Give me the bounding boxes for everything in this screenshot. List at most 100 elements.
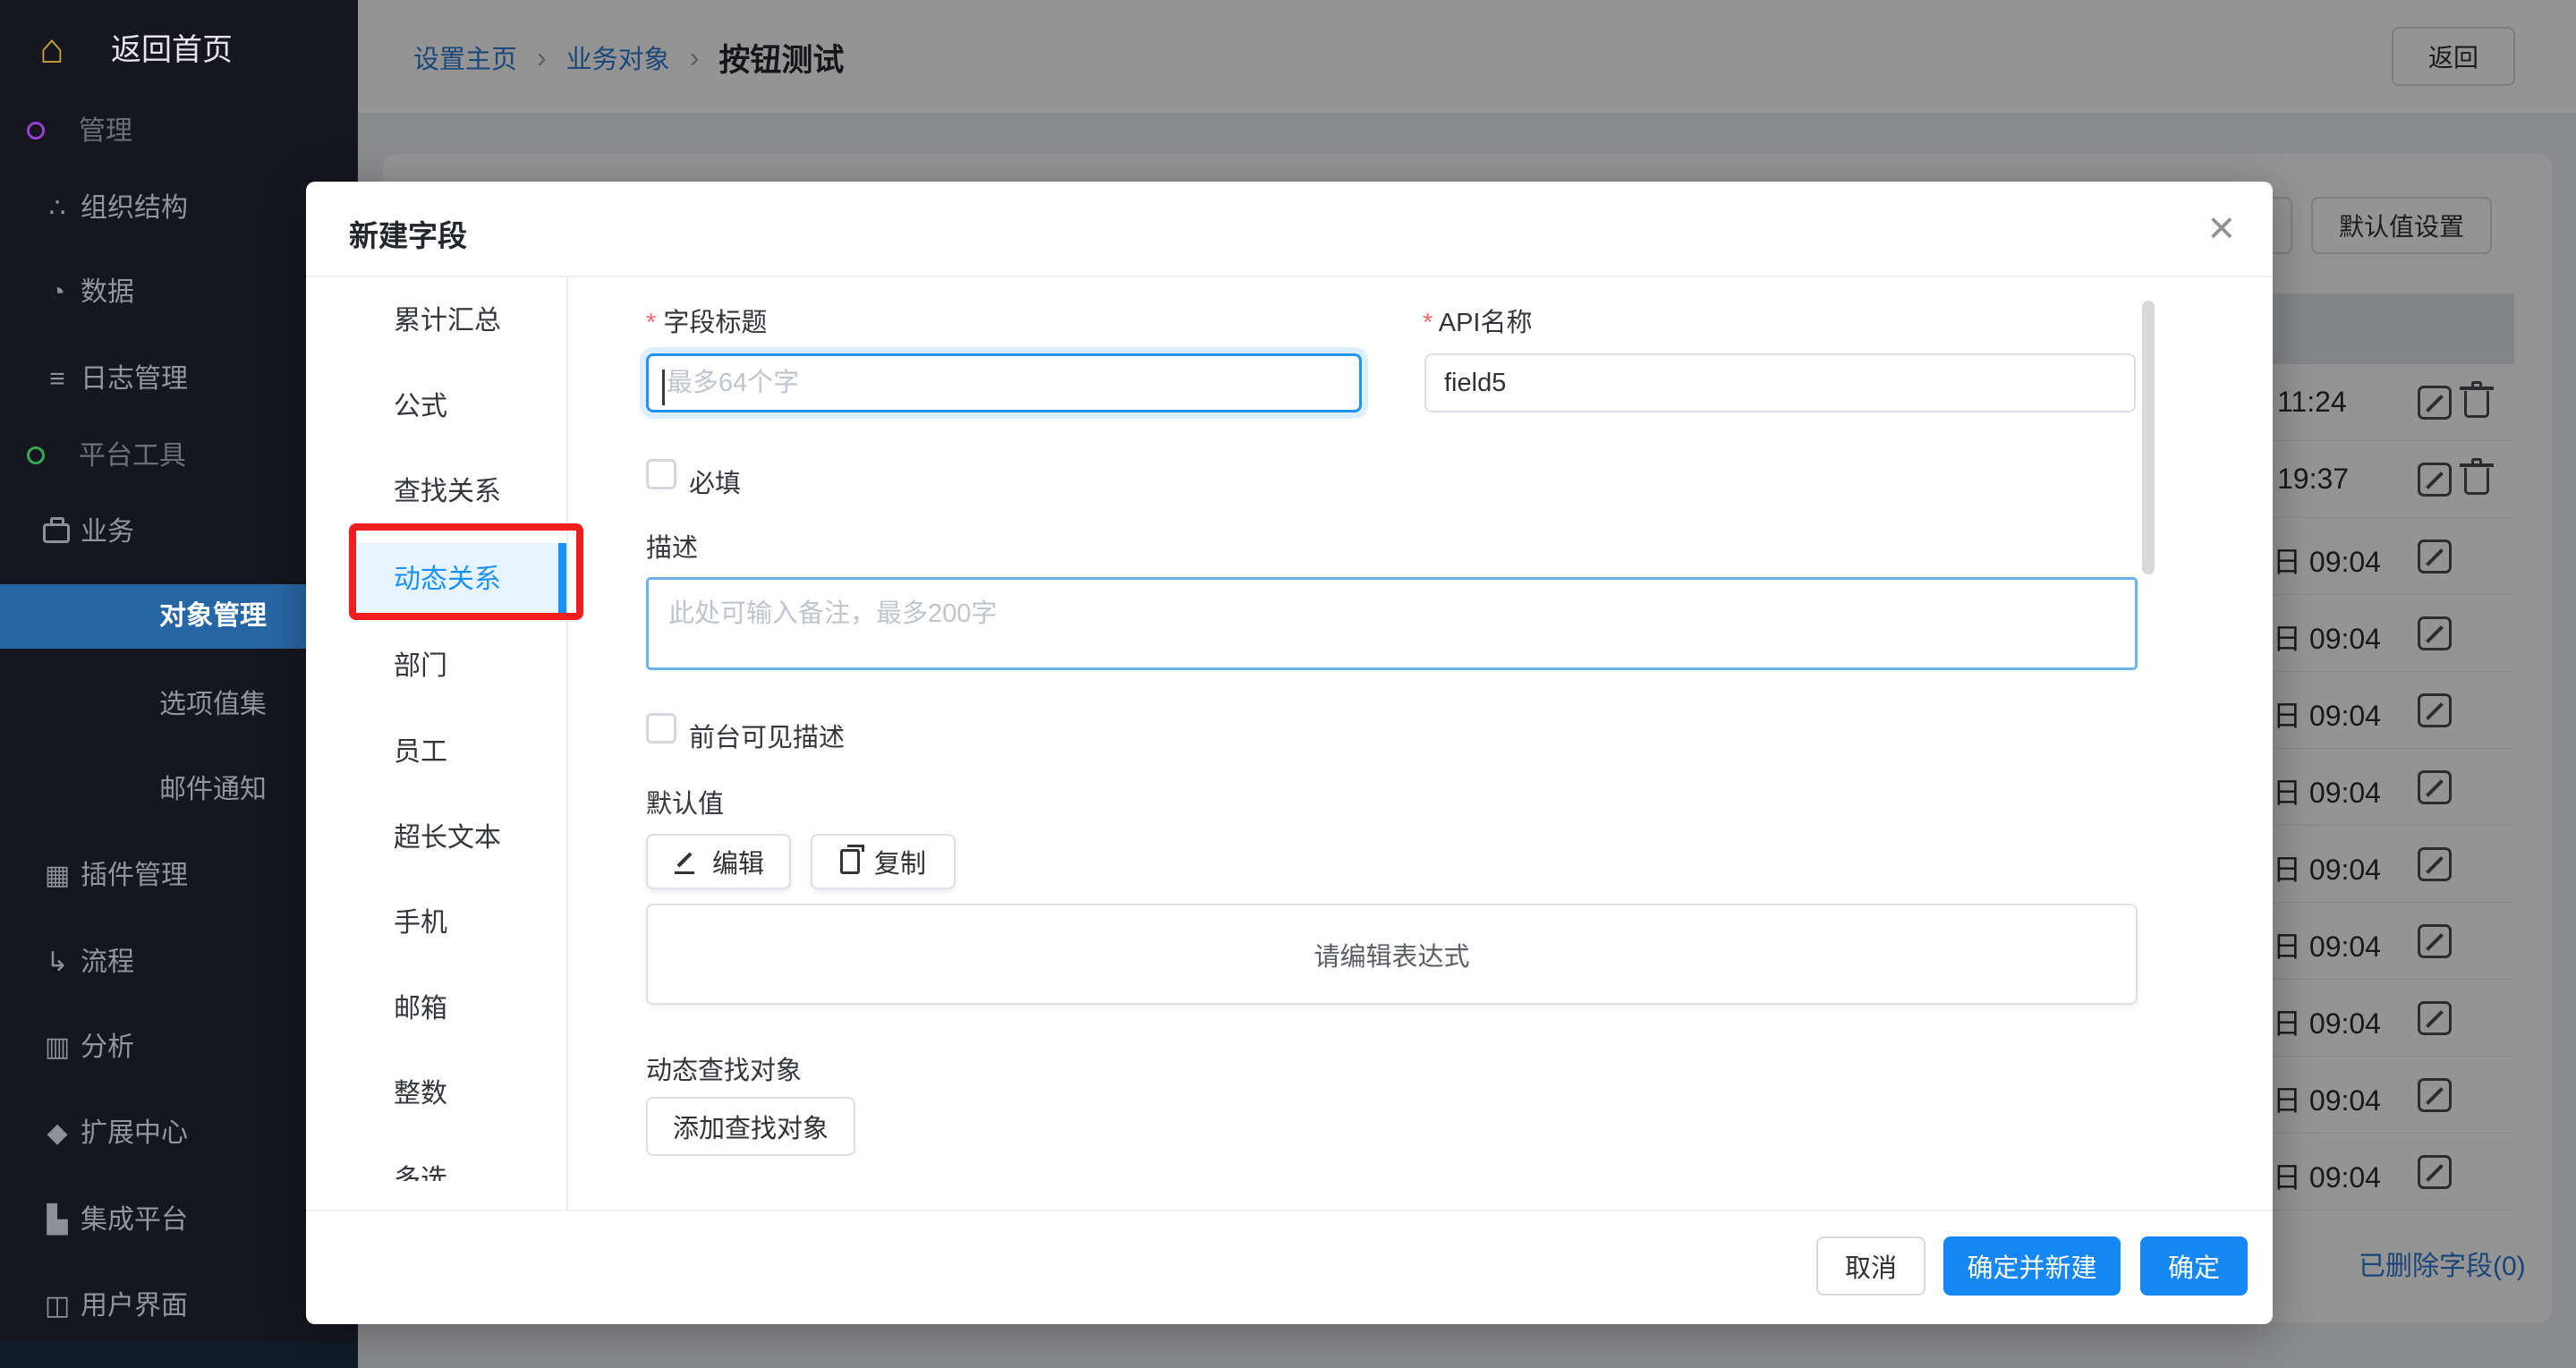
pie-chart-icon: ◔ <box>39 269 75 316</box>
sidebar-item-label: 插件管理 <box>81 853 188 899</box>
sidebar-group-platform-tools[interactable]: 平台工具 <box>0 433 358 480</box>
cancel-button[interactable]: 取消 <box>1816 1236 1926 1296</box>
field-type-label: 超长文本 <box>394 802 501 875</box>
sidebar-item-org-structure[interactable]: ∴ 组织结构 <box>0 185 358 232</box>
edit-expression-button[interactable]: 编辑 <box>646 834 791 889</box>
required-checkbox-label: 必填 <box>689 463 741 500</box>
description-label: 描述 <box>646 527 698 565</box>
circle-green-icon <box>27 446 45 464</box>
field-type-rollup[interactable]: 累计汇总 <box>306 285 566 358</box>
default-value-label: 默认值 <box>646 783 724 820</box>
circle-purple-icon <box>27 122 45 140</box>
sidebar-group-label: 管理 <box>79 108 132 155</box>
sidebar-group-admin[interactable]: 管理 <box>0 108 358 155</box>
field-type-label: 公式 <box>394 370 447 444</box>
field-type-label: 部门 <box>394 630 447 703</box>
edit-button-label: 编辑 <box>712 843 764 880</box>
sidebar: ⌂ 返回首页 管理 ∴ 组织结构 ◔ 数据 ≡ 日志管理 平台工具 业务 对象管… <box>0 0 358 1368</box>
sidebar-item-label: 对象管理 <box>159 584 267 649</box>
field-type-nav: 累计汇总 公式 查找关系 动态关系 部门 员工 超长文本 手机 邮箱 整数 多选 <box>306 277 566 1181</box>
sidebar-item-extension-center[interactable]: ◆ 扩展中心 <box>0 1110 358 1157</box>
close-icon[interactable]: × <box>2208 205 2235 251</box>
api-name-input[interactable] <box>1424 353 2136 412</box>
bar-chart-icon: ▥ <box>39 1024 75 1071</box>
sidebar-item-business[interactable]: 业务 <box>0 509 358 556</box>
text-cursor <box>662 370 665 405</box>
grid2-icon: ◫ <box>39 1283 75 1330</box>
sidebar-item-label: 日志管理 <box>81 356 188 403</box>
field-type-phone[interactable]: 手机 <box>306 887 566 960</box>
copy-expression-button[interactable]: 复制 <box>811 834 956 889</box>
sidebar-item-mail-notification[interactable]: 邮件通知 <box>0 767 358 813</box>
sidebar-item-label: 组织结构 <box>81 185 188 232</box>
sidebar-item-user-interface[interactable]: ◫ 用户界面 <box>0 1283 358 1330</box>
briefcase-icon <box>43 523 70 543</box>
sidebar-group-label: 平台工具 <box>79 433 186 480</box>
add-lookup-object-button[interactable]: 添加查找对象 <box>646 1097 855 1156</box>
front-visible-label: 前台可见描述 <box>689 717 845 754</box>
field-type-dynamic-relation[interactable]: 动态关系 <box>353 543 566 616</box>
sidebar-item-workflow[interactable]: ↳ 流程 <box>0 939 358 986</box>
sidebar-item-label: 选项值集 <box>159 682 267 728</box>
field-type-formula[interactable]: 公式 <box>306 370 566 444</box>
expression-editor-box[interactable]: 请编辑表达式 <box>646 904 2138 1005</box>
new-field-modal: 新建字段 × 累计汇总 公式 查找关系 动态关系 部门 员工 超长文本 手机 邮… <box>306 182 2273 1324</box>
field-type-label: 查找关系 <box>394 455 501 529</box>
sidebar-item-label: 集成平台 <box>81 1197 188 1244</box>
sidebar-item-log-management[interactable]: ≡ 日志管理 <box>0 356 358 403</box>
field-type-department[interactable]: 部门 <box>306 630 566 703</box>
sidebar-item-plugin-management[interactable]: ▦ 插件管理 <box>0 853 358 899</box>
description-textarea[interactable] <box>646 577 2138 670</box>
copy-button-label: 复制 <box>874 843 926 880</box>
field-title-input[interactable] <box>646 353 1362 412</box>
sidebar-item-label: 扩展中心 <box>81 1110 188 1157</box>
sidebar-item-label: 用户界面 <box>81 1283 188 1330</box>
field-type-label: 手机 <box>394 887 447 960</box>
required-checkbox[interactable] <box>646 459 676 489</box>
sidebar-item-label: 返回首页 <box>111 27 233 73</box>
sidebar-item-integration-platform[interactable]: ▙ 集成平台 <box>0 1197 358 1244</box>
sidebar-item-label: 邮件通知 <box>159 767 267 813</box>
field-title-label: 字段标题 <box>646 302 767 339</box>
sidebar-item-label: 业务 <box>81 509 134 556</box>
confirm-button[interactable]: 确定 <box>2140 1236 2248 1296</box>
confirm-and-new-button[interactable]: 确定并新建 <box>1943 1236 2121 1296</box>
pencil-icon <box>673 849 698 874</box>
api-name-label: API名称 <box>1423 302 1533 339</box>
sidebar-item-label: 分析 <box>81 1024 134 1071</box>
expression-placeholder: 请编辑表达式 <box>1314 936 1469 973</box>
sidebar-bottom-strip <box>0 1342 358 1368</box>
sidebar-item-analysis[interactable]: ▥ 分析 <box>0 1024 358 1071</box>
sidebar-item-object-management[interactable]: 对象管理 <box>0 584 358 649</box>
home-icon: ⌂ <box>39 25 64 72</box>
field-type-long-text[interactable]: 超长文本 <box>306 802 566 875</box>
nav-divider <box>566 277 568 1210</box>
grid-icon: ▦ <box>39 853 75 899</box>
list-icon: ≡ <box>39 356 75 403</box>
field-type-label: 动态关系 <box>394 543 501 616</box>
sidebar-item-data[interactable]: ◔ 数据 <box>0 269 358 316</box>
field-type-email[interactable]: 邮箱 <box>306 973 566 1046</box>
sidebar-item-label: 数据 <box>81 269 134 316</box>
field-type-label: 邮箱 <box>394 973 447 1046</box>
field-type-multi-select[interactable]: 多选 <box>306 1143 566 1181</box>
front-visible-checkbox[interactable] <box>646 713 676 743</box>
field-type-label: 累计汇总 <box>394 285 501 358</box>
field-type-employee[interactable]: 员工 <box>306 716 566 789</box>
field-type-lookup-relation[interactable]: 查找关系 <box>306 455 566 529</box>
screen: 设置主页 › 业务对象 › 按钮测试 返回 默认值设置 11:24 19:37 … <box>0 0 2576 1368</box>
modal-footer: 取消 确定并新建 确定 <box>306 1210 2273 1324</box>
field-type-integer[interactable]: 整数 <box>306 1058 566 1131</box>
field-type-label: 员工 <box>394 716 447 789</box>
flow-icon: ↳ <box>39 939 75 986</box>
modal-scrollbar-thumb[interactable] <box>2142 301 2155 574</box>
org-tree-icon: ∴ <box>39 185 75 232</box>
sidebar-item-home[interactable]: ⌂ 返回首页 <box>0 27 358 73</box>
sidebar-item-option-value-set[interactable]: 选项值集 <box>0 682 358 728</box>
copy-icon <box>840 849 860 874</box>
field-type-label: 多选 <box>394 1143 447 1181</box>
sidebar-item-label: 流程 <box>81 939 134 986</box>
buildings-icon: ▙ <box>39 1197 75 1244</box>
modal-title: 新建字段 <box>349 212 467 255</box>
field-type-label: 整数 <box>394 1058 447 1131</box>
